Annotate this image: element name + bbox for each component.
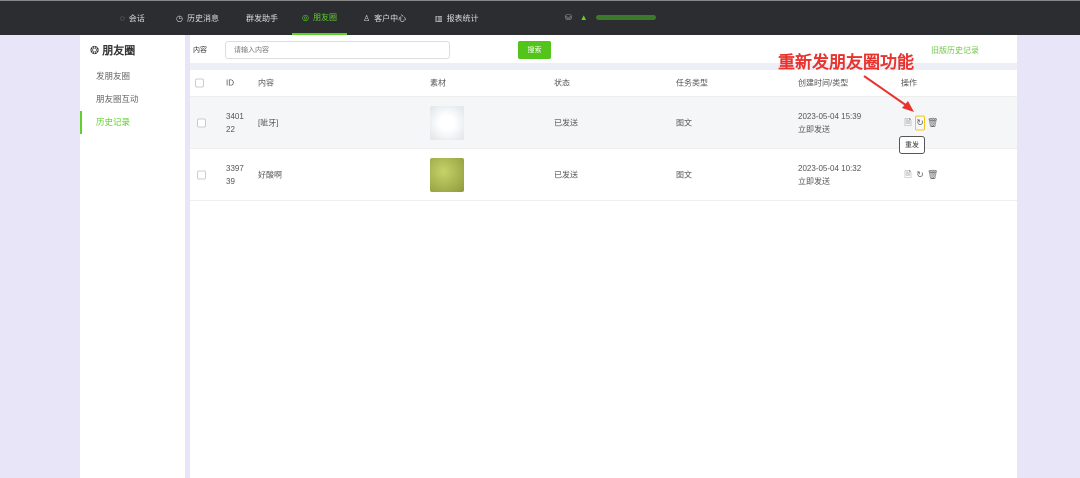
clock-icon: ◷ <box>176 13 183 23</box>
row-status: 已发送 <box>554 170 578 179</box>
table-row: 3397 39 好酸啊 已发送 图文 2023-05-04 10:32 立即发送 🗎… <box>190 149 1017 201</box>
username-blurred <box>595 15 656 20</box>
moments-icon: ❂ <box>90 45 103 57</box>
moments-icon: ◎ <box>302 12 309 22</box>
sidebar-item-history[interactable]: 历史记录 <box>80 111 185 134</box>
document-icon[interactable]: 🗎 <box>903 116 913 129</box>
resend-icon[interactable]: ↻ <box>915 115 925 130</box>
header-task-type: 任务类型 <box>676 78 708 88</box>
header-created: 创建时间/类型 <box>798 78 849 88</box>
top-nav-bar: ◌ 会话 ◷ 历史消息 群发助手 ◎ 朋友圈 ♙ 客户中心 ▥ 报表统计 ⛁ ▲ <box>0 0 1080 35</box>
nav-broadcast[interactable]: 群发助手 <box>246 1 278 35</box>
row-content: [呲牙] <box>258 118 279 127</box>
row-actions: 🗎 ↻ 🗑 <box>903 115 939 130</box>
sidebar-item-post[interactable]: 发朋友圈 <box>80 65 185 88</box>
user-icon: ♙ <box>363 13 371 23</box>
nav-moments[interactable]: ◎ 朋友圈 <box>292 1 347 35</box>
header-id: ID <box>226 78 234 88</box>
search-label: 内容 <box>193 47 207 54</box>
row-type: 图文 <box>676 118 692 127</box>
nav-customer-center[interactable]: ♙ 客户中心 <box>363 1 406 35</box>
sidebar-item-interaction[interactable]: 朋友圈互动 <box>80 88 185 111</box>
header-material: 素材 <box>430 78 446 88</box>
header-content: 内容 <box>258 78 274 88</box>
row-status: 已发送 <box>554 118 578 127</box>
trash-icon[interactable]: 🗑 <box>927 168 938 181</box>
select-all-checkbox[interactable] <box>195 78 204 88</box>
row-checkbox[interactable] <box>197 118 206 127</box>
search-button[interactable]: 搜索 <box>518 41 551 59</box>
database-icon: ⛁ <box>565 13 572 22</box>
row-id: 3401 22 <box>226 111 244 134</box>
annotation-arrow-icon <box>863 75 914 112</box>
annotation-text: 重新发朋友圈功能 <box>778 53 914 72</box>
row-thumbnail[interactable] <box>430 105 464 140</box>
row-id: 3397 39 <box>226 163 244 186</box>
row-created: 2023-05-04 10:32 立即发送 <box>798 163 862 186</box>
nav-chat[interactable]: ◌ 会话 <box>120 1 145 35</box>
header-status: 状态 <box>554 78 570 88</box>
chat-icon: ◌ <box>120 13 125 23</box>
sidebar-title: ❂ 朋友圈 <box>90 45 136 57</box>
content-search-input[interactable] <box>225 41 450 59</box>
resend-icon[interactable]: ↻ <box>915 168 925 181</box>
nav-reports[interactable]: ▥ 报表统计 <box>435 1 479 35</box>
resend-tooltip: 重发 <box>899 136 925 154</box>
trash-icon[interactable]: 🗑 <box>927 116 938 129</box>
user-area[interactable]: ⛁ ▲ <box>565 13 656 22</box>
row-thumbnail[interactable] <box>430 157 464 192</box>
old-history-link[interactable]: 旧版历史记录 <box>931 45 979 56</box>
row-type: 图文 <box>676 170 692 179</box>
row-content: 好酸啊 <box>258 170 282 179</box>
row-actions: 🗎 ↻ 🗑 <box>903 168 939 181</box>
document-icon[interactable]: 🗎 <box>903 168 913 181</box>
chart-icon: ▥ <box>435 13 443 23</box>
person-icon: ▲ <box>579 13 588 22</box>
row-created: 2023-05-04 15:39 立即发送 <box>798 111 862 134</box>
row-checkbox[interactable] <box>197 170 206 179</box>
sidebar: ❂ 朋友圈 发朋友圈 朋友圈互动 历史记录 <box>80 35 185 478</box>
nav-history-messages[interactable]: ◷ 历史消息 <box>176 1 219 35</box>
